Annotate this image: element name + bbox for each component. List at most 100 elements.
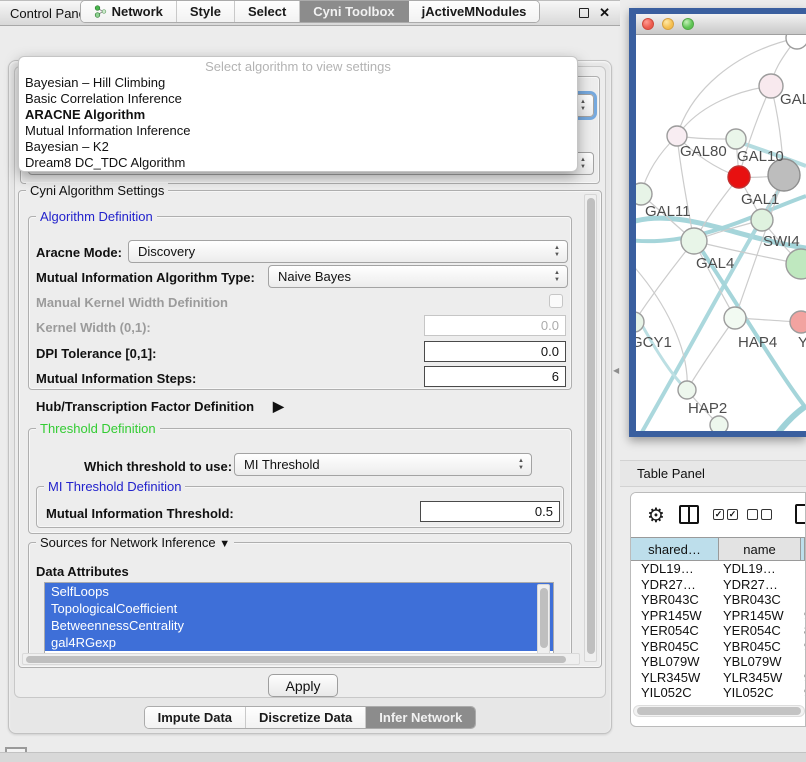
- table-horizontal-scrollbar[interactable]: [633, 705, 805, 717]
- aracne-mode-label: Aracne Mode:: [36, 245, 122, 260]
- attribute-item[interactable]: BetweennessCentrality: [45, 617, 553, 634]
- gear-icon[interactable]: ⚙: [647, 503, 665, 528]
- column-header-partial[interactable]: A: [801, 538, 805, 560]
- mi-threshold-field[interactable]: 0.5: [420, 501, 560, 522]
- node-label: GAL1: [741, 191, 779, 208]
- node-label: Y: [798, 334, 806, 351]
- cyni-settings-title: Cyni Algorithm Settings: [26, 183, 168, 198]
- table-cell: YER054C: [719, 623, 801, 639]
- document-icon[interactable]: [795, 504, 806, 524]
- network-node[interactable]: [636, 183, 652, 205]
- tab-infer-network[interactable]: Infer Network: [366, 707, 475, 728]
- tab-cyni-toolbox[interactable]: Cyni Toolbox: [300, 1, 408, 22]
- splitpane-collapse-icon[interactable]: ◀: [613, 366, 619, 375]
- table-panel-title: Table Panel: [637, 466, 705, 481]
- table-cell: YPR145W: [631, 608, 719, 624]
- network-node[interactable]: [678, 381, 696, 399]
- aracne-mode-combo[interactable]: Discovery ▲▼: [128, 240, 568, 263]
- collapsed-arrow-icon[interactable]: ▶: [273, 398, 284, 415]
- network-edge: [687, 318, 735, 390]
- table-cell: YDL19…: [719, 561, 801, 577]
- table-row[interactable]: YLR345WYLR345W9.: [631, 670, 805, 686]
- network-node[interactable]: [726, 129, 746, 149]
- expanded-arrow-icon[interactable]: ▼: [219, 538, 230, 550]
- manual-kernel-checkbox[interactable]: [549, 294, 563, 308]
- attributes-scrollbar[interactable]: [537, 584, 550, 656]
- tab-discretize-data[interactable]: Discretize Data: [246, 707, 366, 728]
- network-window-titlebar[interactable]: [636, 14, 806, 35]
- mi-steps-field[interactable]: 6: [424, 366, 566, 387]
- network-node[interactable]: [751, 209, 773, 231]
- threshold-definition-title: Threshold Definition: [36, 421, 160, 436]
- table-row[interactable]: YPR145WYPR145W9.: [631, 608, 805, 624]
- settings-horizontal-scrollbar[interactable]: [22, 653, 580, 665]
- algorithm-option[interactable]: Basic Correlation Inference: [19, 91, 577, 107]
- table-panel: ⚙ ✓✓ shared… name A YDL19…YDL19…13YDR27……: [630, 492, 806, 727]
- table-row[interactable]: YDR27…YDR27…12: [631, 577, 805, 593]
- table-cell: YDL19…: [631, 561, 719, 577]
- algorithm-dropdown-popup: Select algorithm to view settings Bayesi…: [18, 56, 578, 172]
- table-cell: [801, 592, 805, 608]
- mi-steps-label: Mutual Information Steps:: [36, 371, 196, 386]
- combo-arrows-icon: ▲▼: [554, 270, 560, 284]
- network-node[interactable]: [728, 166, 750, 188]
- which-threshold-combo[interactable]: MI Threshold ▲▼: [234, 453, 532, 476]
- table-row[interactable]: YIL052CYIL052C9.: [631, 685, 805, 701]
- network-node[interactable]: [710, 416, 728, 431]
- tab-jactivemnodules[interactable]: jActiveMNodules: [409, 1, 540, 22]
- zoom-traffic-light-icon[interactable]: [682, 18, 694, 30]
- algorithm-option[interactable]: Mutual Information Inference: [19, 123, 577, 139]
- column-header-name[interactable]: name: [719, 538, 801, 560]
- data-attributes-label: Data Attributes: [36, 564, 129, 579]
- tab-impute-data[interactable]: Impute Data: [145, 707, 246, 728]
- network-edge: [778, 406, 806, 431]
- data-attributes-list: SelfLoops TopologicalCoefficient Between…: [44, 582, 554, 658]
- apply-button[interactable]: Apply: [268, 674, 338, 697]
- table-cell: YBL079W: [719, 654, 801, 670]
- table-cell: YIL052C: [631, 685, 719, 701]
- tab-style[interactable]: Style: [177, 1, 235, 22]
- algorithm-option[interactable]: Dream8 DC_TDC Algorithm: [19, 155, 577, 171]
- node-label: HAP4: [738, 334, 777, 351]
- network-node[interactable]: [790, 311, 806, 333]
- network-canvas[interactable]: GAL7GAL80GAL10GAL1GAL11SWI4GAL4GCY1HAP4Y…: [636, 35, 806, 431]
- network-node[interactable]: [681, 228, 707, 254]
- table-cell: YPR145W: [719, 608, 801, 624]
- columns-icon[interactable]: [679, 505, 699, 524]
- table-row[interactable]: YBR045CYBR045C9.: [631, 639, 805, 655]
- algorithm-option[interactable]: Bayesian – Hill Climbing: [19, 75, 577, 91]
- table-cell: 9.: [801, 608, 805, 624]
- table-panel-titlebar: Table Panel: [620, 460, 806, 487]
- table-cell: YBL079W: [631, 654, 719, 670]
- table-row[interactable]: YER054CYER054C8.: [631, 623, 805, 639]
- tab-network[interactable]: Network: [81, 1, 177, 22]
- column-header-shared-name[interactable]: shared…: [631, 538, 719, 560]
- node-label: GAL11: [645, 203, 691, 220]
- algorithm-option-selected[interactable]: ARACNE Algorithm: [19, 107, 577, 123]
- deselect-all-icon[interactable]: [747, 509, 772, 520]
- combo-arrows-icon: ▲▼: [554, 245, 560, 259]
- settings-vertical-scrollbar[interactable]: [584, 194, 597, 662]
- network-tab-icon: [94, 5, 107, 18]
- network-node[interactable]: [786, 35, 806, 49]
- minimize-traffic-light-icon[interactable]: [662, 18, 674, 30]
- dpi-tolerance-field[interactable]: 0.0: [424, 341, 566, 362]
- kernel-width-field[interactable]: 0.0: [424, 315, 566, 336]
- table-row[interactable]: YBR043CYBR043C: [631, 592, 805, 608]
- sources-title: Sources for Network Inference ▼: [36, 535, 234, 550]
- table-cell: 8.: [801, 623, 805, 639]
- network-node[interactable]: [724, 307, 746, 329]
- select-all-icon[interactable]: ✓✓: [713, 509, 738, 520]
- manual-kernel-label: Manual Kernel Width Definition: [36, 295, 228, 310]
- attribute-item[interactable]: gal4RGexp: [45, 634, 553, 651]
- attribute-item[interactable]: SelfLoops: [45, 583, 553, 600]
- close-traffic-light-icon[interactable]: [642, 18, 654, 30]
- control-panel-tabs: Network Style Select Cyni Toolbox jActiv…: [0, 0, 620, 23]
- attribute-item[interactable]: TopologicalCoefficient: [45, 600, 553, 617]
- table-row[interactable]: YBL079WYBL079W: [631, 654, 805, 670]
- algorithm-option[interactable]: Bayesian – K2: [19, 139, 577, 155]
- tab-select[interactable]: Select: [235, 1, 300, 22]
- mi-type-combo[interactable]: Naive Bayes ▲▼: [268, 265, 568, 288]
- network-node[interactable]: [786, 249, 806, 279]
- table-row[interactable]: YDL19…YDL19…13: [631, 561, 805, 577]
